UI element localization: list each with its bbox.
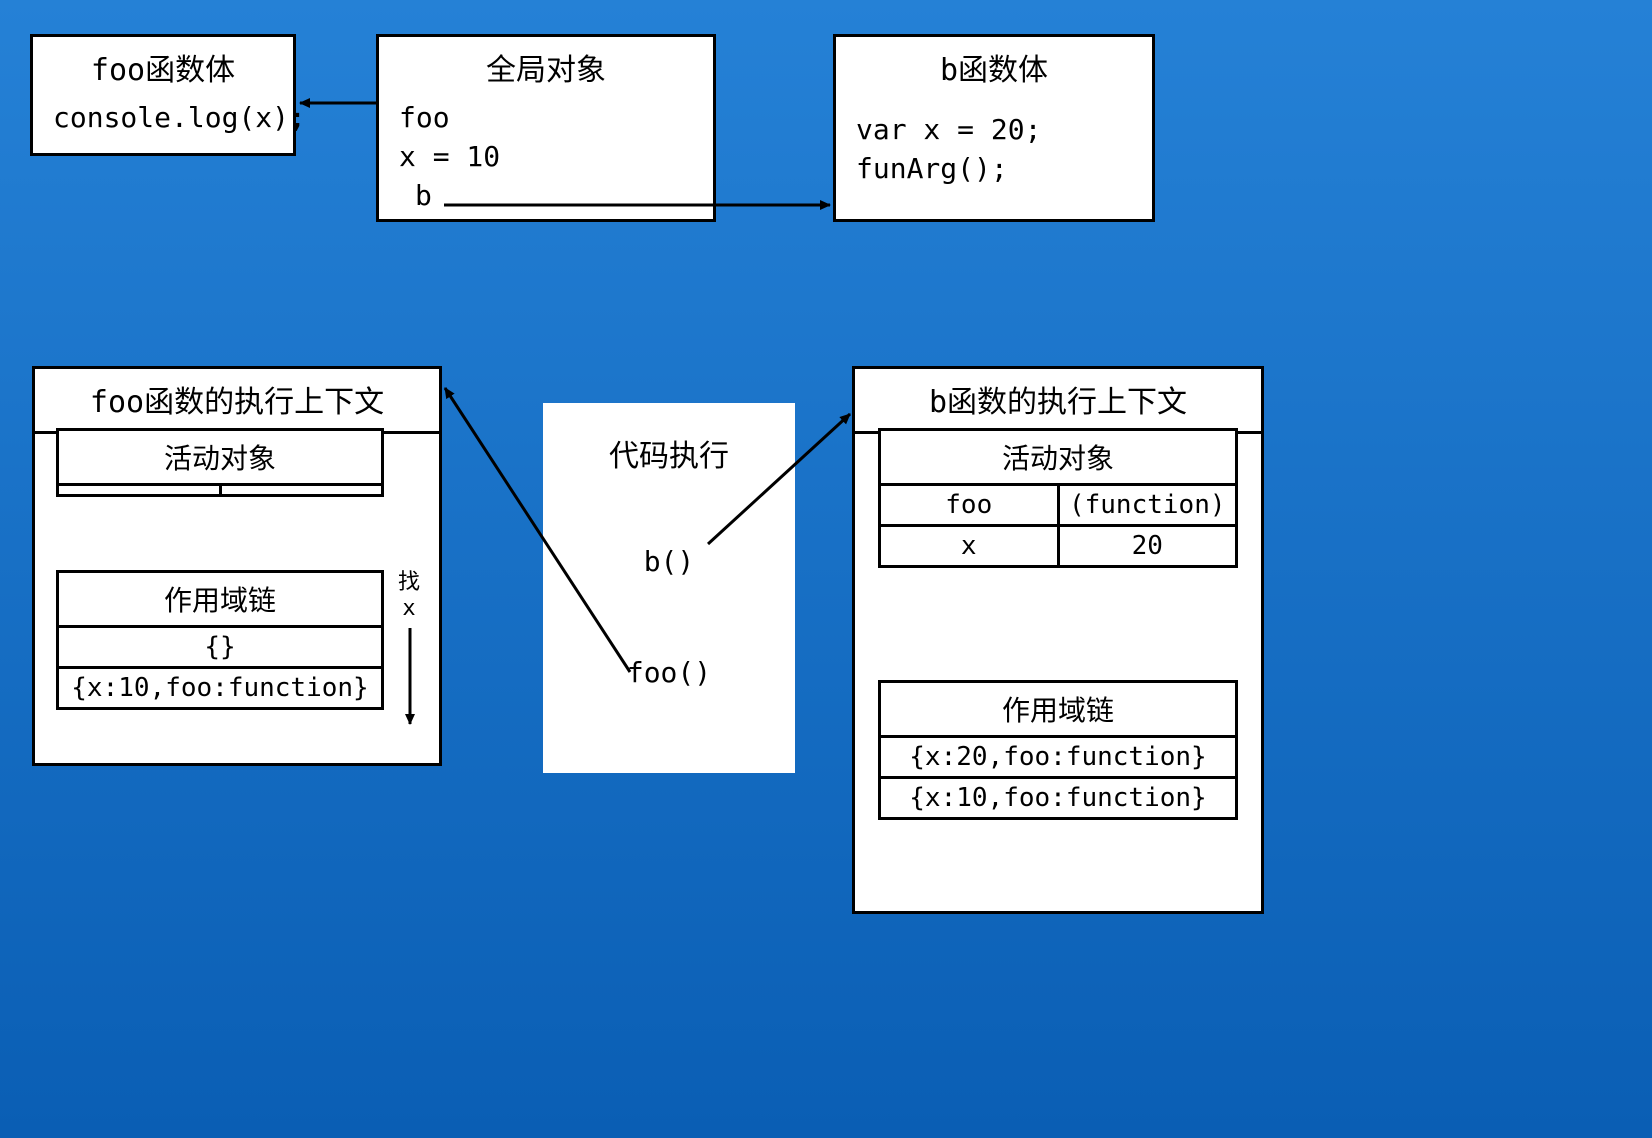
foo-scope-chain-header: 作用域链 bbox=[59, 573, 381, 628]
b-scope-chain-table: 作用域链 {x:20,foo:function} {x:10,foo:funct… bbox=[878, 680, 1238, 820]
b-ao-val-1: (function) bbox=[1057, 486, 1236, 524]
b-active-object-header: 活动对象 bbox=[881, 431, 1235, 486]
global-object-b: b bbox=[379, 177, 713, 216]
code-exec-foo: foo() bbox=[543, 582, 795, 693]
b-ao-key-2: x bbox=[881, 527, 1057, 565]
global-object-box: 全局对象 foo x = 10 b bbox=[376, 34, 716, 222]
foo-scope-chain-table: 作用域链 {} {x:10,foo:function} bbox=[56, 570, 384, 710]
global-object-title: 全局对象 bbox=[379, 37, 713, 99]
global-object-x: x = 10 bbox=[379, 138, 713, 177]
b-active-object-table: 活动对象 foo (function) x 20 bbox=[878, 428, 1238, 568]
b-body-title: b函数体 bbox=[836, 37, 1152, 99]
b-ao-val-2: 20 bbox=[1057, 527, 1236, 565]
foo-scope-row-2: {x:10,foo:function} bbox=[59, 669, 381, 707]
b-body-box: b函数体 var x = 20; funArg(); bbox=[833, 34, 1155, 222]
foo-ao-val bbox=[219, 486, 382, 494]
global-object-foo: foo bbox=[379, 99, 713, 138]
b-context-title: b函数的执行上下文 bbox=[855, 369, 1261, 434]
foo-body-box: foo函数体 console.log(x); bbox=[30, 34, 296, 156]
foo-context-title: foo函数的执行上下文 bbox=[35, 369, 439, 434]
b-scope-row-1: {x:20,foo:function} bbox=[881, 738, 1235, 776]
b-body-l2: funArg(); bbox=[836, 150, 1152, 189]
foo-active-object-table: 活动对象 bbox=[56, 428, 384, 497]
foo-active-object-row bbox=[59, 486, 381, 494]
code-exec-title: 代码执行 bbox=[543, 403, 795, 485]
foo-scope-row-1: {} bbox=[59, 628, 381, 666]
b-body-l1: var x = 20; bbox=[836, 99, 1152, 150]
code-exec-b: b() bbox=[543, 485, 795, 582]
b-ao-key-1: foo bbox=[881, 486, 1057, 524]
find-x-l2: x bbox=[402, 596, 415, 621]
foo-body-code: console.log(x); bbox=[33, 99, 293, 138]
foo-body-title: foo函数体 bbox=[33, 37, 293, 99]
find-x-l1: 找 bbox=[398, 570, 420, 595]
b-scope-row-2: {x:10,foo:function} bbox=[881, 779, 1235, 817]
b-scope-chain-header: 作用域链 bbox=[881, 683, 1235, 738]
foo-active-object-header: 活动对象 bbox=[59, 431, 381, 486]
foo-ao-key bbox=[59, 486, 219, 494]
find-x-label: 找 x bbox=[398, 570, 420, 622]
code-exec-box: 代码执行 b() foo() bbox=[543, 403, 795, 773]
